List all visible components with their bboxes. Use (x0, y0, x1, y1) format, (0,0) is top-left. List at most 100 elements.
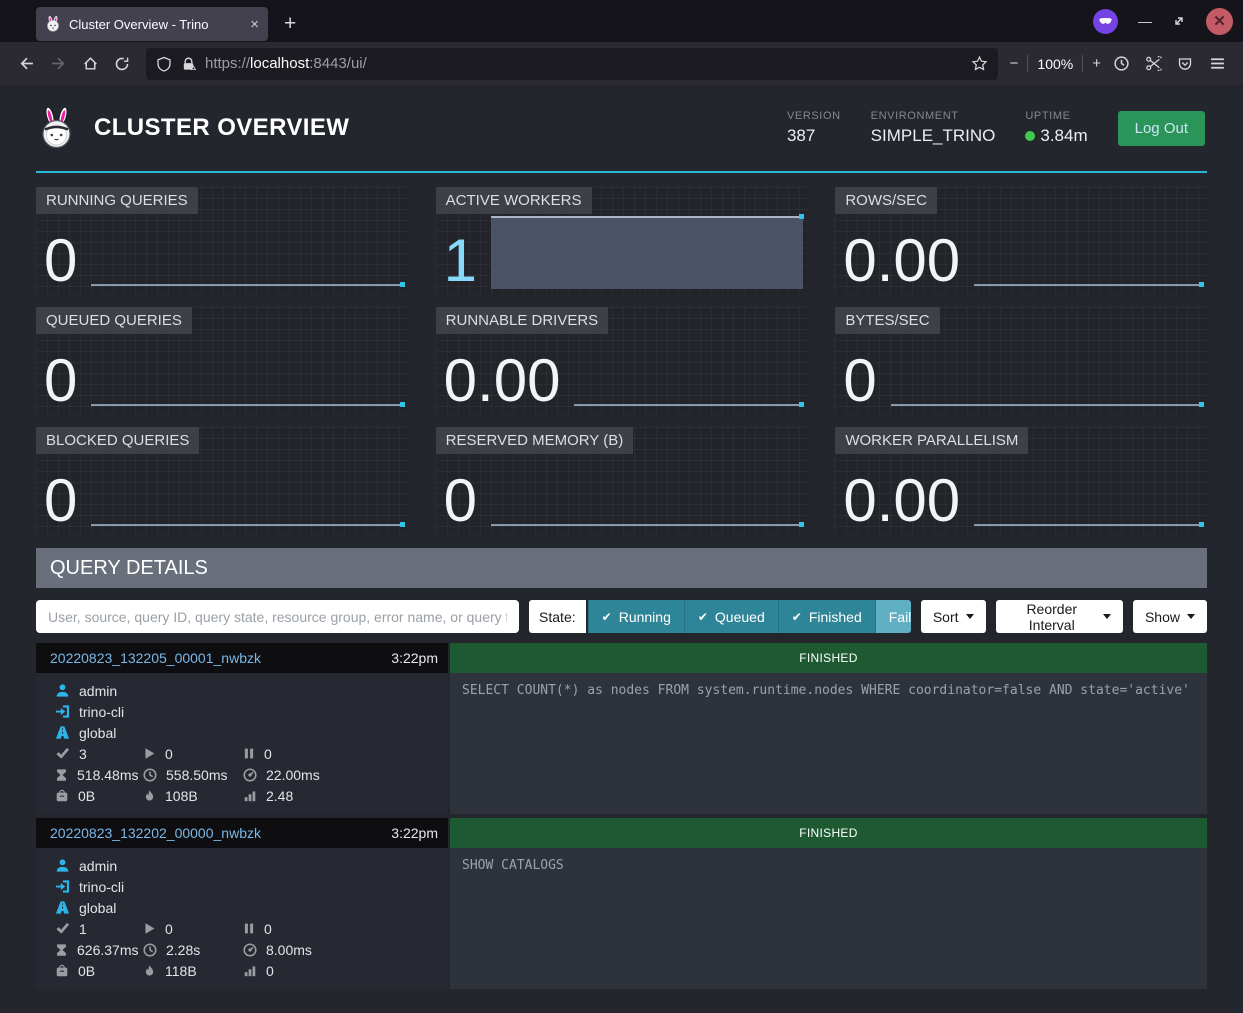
sort-dropdown[interactable]: Sort (921, 600, 986, 633)
window-close-button[interactable]: ✕ (1206, 8, 1233, 35)
metric-card-bytes-sec: BYTES/SEC 0 (835, 307, 1207, 414)
trino-cluster-overview-page: CLUSTER OVERVIEW VERSION 387 ENVIRONMENT… (0, 85, 1243, 1013)
filter-queued-button[interactable]: ✔Queued (684, 600, 778, 633)
metric-card-blocked-queries: BLOCKED QUERIES 0 (36, 427, 408, 534)
query-stats: admin trino-cli global 1 0 0 626.37ms 2.… (36, 848, 448, 989)
uptime-label: UPTIME (1025, 110, 1087, 122)
running-splits-play-icon (143, 922, 156, 935)
forward-icon[interactable] (42, 49, 74, 79)
cpu-time-gauge-icon (243, 768, 257, 782)
trino-logo (36, 105, 78, 151)
sparkline (91, 524, 403, 526)
browser-tab[interactable]: Cluster Overview - Trino × (36, 7, 268, 41)
query-resource-group: global (79, 725, 116, 741)
metric-card-rows-sec: ROWS/SEC 0.00 (835, 187, 1207, 294)
metric-value: 0.00 (444, 352, 561, 409)
filter-finished-button[interactable]: ✔Finished (778, 600, 875, 633)
history-clock-icon[interactable] (1105, 49, 1137, 79)
completed-splits: 3 (79, 746, 87, 762)
metric-label: RESERVED MEMORY (B) (436, 427, 634, 454)
filter-running-button[interactable]: ✔Running (588, 600, 684, 633)
sparkline-dot (799, 522, 804, 527)
query-sql-text: SHOW CATALOGS (450, 848, 1207, 989)
query-user: admin (79, 858, 117, 874)
sparkline-dot (1199, 402, 1204, 407)
window-minimize-button[interactable]: — (1138, 13, 1152, 29)
sparkline-dot (400, 402, 405, 407)
lock-warning-icon[interactable] (181, 56, 196, 72)
sparkline (974, 524, 1203, 526)
query-stats: admin trino-cli global 3 0 0 518.48ms 55… (36, 673, 448, 814)
running-splits: 0 (165, 921, 173, 937)
metric-label: QUEUED QUERIES (36, 307, 192, 334)
sparkline (974, 284, 1203, 286)
running-splits-play-icon (143, 747, 156, 760)
uptime-status-dot (1025, 131, 1035, 141)
pocket-icon[interactable] (1169, 49, 1201, 79)
user-icon (55, 858, 70, 873)
metric-label: ROWS/SEC (835, 187, 937, 214)
url-bar[interactable]: https://localhost:8443/ui/ (146, 48, 998, 80)
query-search-input[interactable] (36, 600, 519, 633)
shield-icon[interactable] (156, 56, 172, 72)
metric-card-active-workers: ACTIVE WORKERS 1 (436, 187, 808, 294)
private-browsing-icon (1093, 9, 1118, 34)
sparkline-dot (799, 402, 804, 407)
filter-failed-dropdown[interactable]: Failed (875, 600, 911, 633)
reorder-interval-dropdown[interactable]: Reorder Interval (996, 600, 1123, 633)
check-icon: ✔ (792, 610, 802, 624)
parallelism-chart-icon (243, 964, 257, 977)
sparkline-dot (1199, 522, 1204, 527)
page-header: CLUSTER OVERVIEW VERSION 387 ENVIRONMENT… (36, 85, 1207, 173)
menu-hamburger-icon[interactable] (1201, 49, 1233, 79)
query-header: 20220823_132202_00000_nwbzk 3:22pm (36, 818, 448, 848)
zoom-out-button[interactable]: − (1010, 55, 1019, 72)
wall-time-hourglass-icon (55, 943, 68, 957)
bookmark-star-icon[interactable] (971, 55, 988, 72)
tab-close-icon[interactable]: × (250, 16, 259, 33)
query-status-bar: FINISHED (450, 643, 1207, 673)
query-id-link[interactable]: 20220823_132205_00001_nwbzk (50, 650, 261, 666)
version-label: VERSION (787, 110, 841, 122)
query-row: 20220823_132205_00001_nwbzk 3:22pm FINIS… (36, 643, 1207, 814)
query-row: 20220823_132202_00000_nwbzk 3:22pm FINIS… (36, 818, 1207, 989)
current-memory-icon (55, 789, 69, 802)
metric-value: 0 (44, 352, 77, 409)
cumulative-memory: 118B (165, 963, 197, 979)
sparkline-dot (400, 522, 405, 527)
metric-value: 0 (44, 472, 77, 529)
reload-icon[interactable] (106, 49, 138, 79)
browser-toolbar: https://localhost:8443/ui/ − 100% + (0, 42, 1243, 85)
query-time: 3:22pm (391, 650, 438, 666)
completed-splits-check-icon (55, 746, 70, 761)
metric-label: BLOCKED QUERIES (36, 427, 199, 454)
wall-time-hourglass-icon (55, 768, 68, 782)
home-icon[interactable] (74, 49, 106, 79)
cumulative-memory: 108B (165, 788, 198, 804)
metric-value: 0 (843, 352, 876, 409)
zoom-in-button[interactable]: + (1092, 55, 1101, 72)
completed-splits: 1 (79, 921, 87, 937)
back-icon[interactable] (10, 49, 42, 79)
metric-value: 0 (44, 232, 77, 289)
query-user: admin (79, 683, 117, 699)
check-icon: ✔ (698, 610, 708, 624)
sparkline (91, 404, 403, 406)
query-id-link[interactable]: 20220823_132202_00000_nwbzk (50, 825, 261, 841)
query-source: trino-cli (79, 704, 124, 720)
logout-button[interactable]: Log Out (1118, 111, 1205, 146)
metric-label: ACTIVE WORKERS (436, 187, 592, 214)
query-source: trino-cli (79, 879, 124, 895)
queued-splits: 0 (264, 921, 272, 937)
resource-group-road-icon (55, 900, 70, 915)
show-dropdown[interactable]: Show (1133, 600, 1207, 633)
state-filter-label: State: (529, 600, 586, 633)
screenshot-scissors-icon[interactable] (1137, 49, 1169, 79)
window-restore-button[interactable] (1172, 14, 1186, 28)
new-tab-button[interactable]: + (284, 12, 296, 36)
completed-splits-check-icon (55, 921, 70, 936)
zoom-level[interactable]: 100% (1037, 56, 1073, 72)
wall-time: 518.48ms (77, 767, 138, 783)
state-filter-group: State: ✔Running ✔Queued ✔Finished Failed (529, 600, 911, 633)
metric-value: 1 (444, 232, 477, 289)
